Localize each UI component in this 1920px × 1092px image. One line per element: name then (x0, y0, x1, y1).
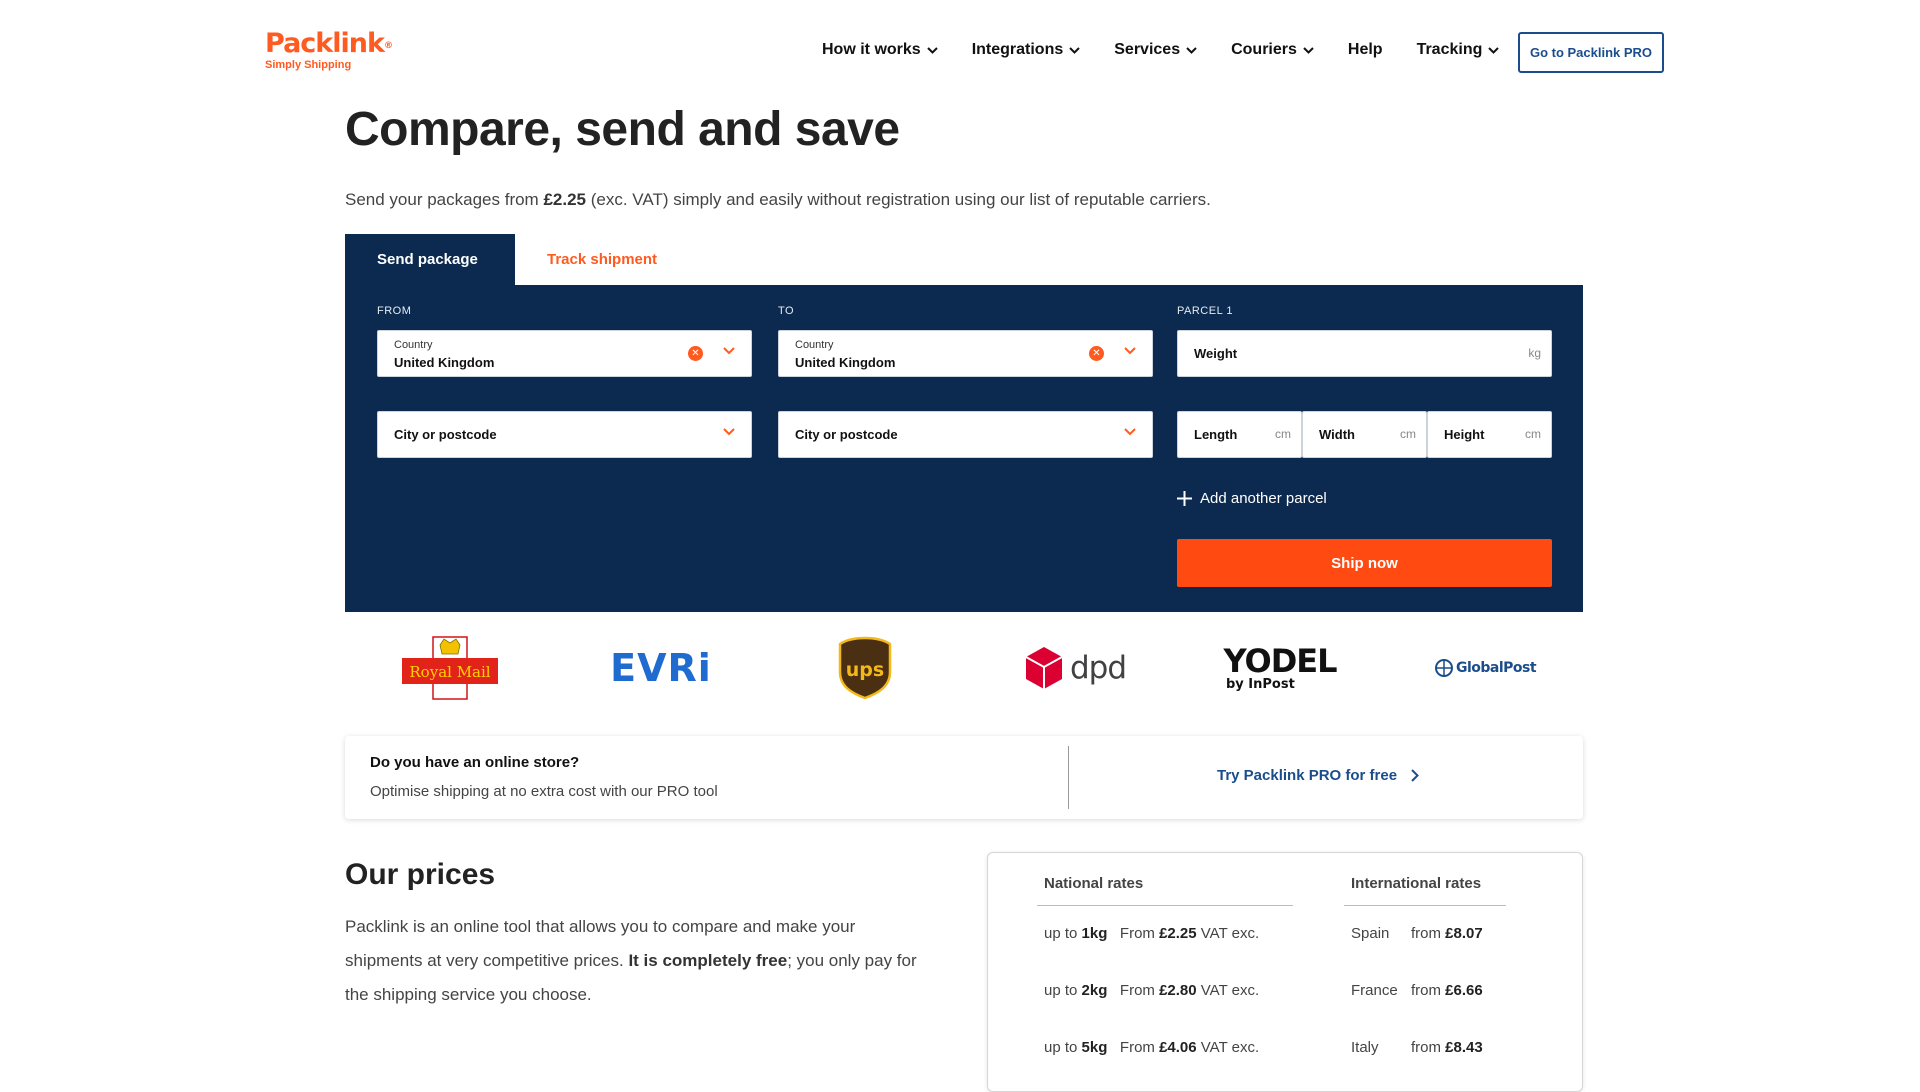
try-pro-label: Try Packlink PRO for free (1217, 767, 1398, 784)
svg-text:ups: ups (846, 659, 884, 681)
chevron-down-icon (1069, 46, 1080, 54)
divider (1344, 905, 1506, 906)
international-rates-header: International rates (1351, 875, 1482, 892)
international-rate-row: Italy from £8.43 (1351, 1039, 1483, 1056)
chevron-down-icon (1124, 347, 1136, 355)
width-field[interactable]: Width cm (1302, 411, 1427, 458)
chevron-down-icon (723, 428, 735, 436)
nav-label: Services (1114, 41, 1181, 58)
nav-help[interactable]: Help (1348, 41, 1383, 59)
ship-now-button[interactable]: Ship now (1177, 539, 1552, 587)
dpd-logo: dpd (1015, 636, 1135, 700)
add-parcel-button[interactable]: Add another parcel (1177, 490, 1327, 507)
site-header: Packlink® Simply Shipping How it works I… (0, 0, 1920, 100)
from-label: FROM (377, 305, 412, 317)
shipment-tabs: Send package Track shipment (345, 234, 685, 285)
to-country-label: Country (795, 339, 834, 351)
tab-track-shipment[interactable]: Track shipment (515, 234, 685, 285)
chevron-down-icon (723, 347, 735, 355)
online-store-banner: Do you have an online store? Optimise sh… (345, 736, 1583, 819)
nav-label: Help (1347, 41, 1383, 58)
nav-services[interactable]: Services (1114, 41, 1197, 59)
store-description: Optimise shipping at no extra cost with … (370, 783, 718, 800)
go-to-pro-button[interactable]: Go to Packlink PRO (1518, 32, 1664, 73)
hero-subtitle: Send your packages from £2.25 (exc. VAT)… (345, 190, 1211, 209)
length-unit: cm (1275, 427, 1291, 441)
from-city-field[interactable]: City or postcode (377, 411, 752, 458)
add-parcel-label: Add another parcel (1200, 490, 1327, 507)
to-city-placeholder: City or postcode (795, 427, 898, 442)
plus-icon (1177, 491, 1192, 506)
nav-couriers[interactable]: Couriers (1231, 41, 1314, 59)
height-field[interactable]: Height cm (1427, 411, 1552, 458)
national-rate-row: up to 5kg From £4.06 VAT exc. (1044, 1039, 1260, 1056)
yodel-logo: YODEL by InPost (1223, 641, 1337, 692)
nav-integrations[interactable]: Integrations (972, 41, 1081, 59)
to-city-field[interactable]: City or postcode (778, 411, 1153, 458)
evri-logo: EVRi (610, 646, 712, 690)
from-country-value: United Kingdom (394, 355, 495, 370)
packlink-logo[interactable]: Packlink® Simply Shipping (265, 28, 393, 72)
chevron-right-icon (1411, 769, 1419, 782)
international-rate-row: France from £6.66 (1351, 982, 1483, 999)
national-rate-row: up to 2kg From £2.80 VAT exc. (1044, 982, 1260, 999)
nav-how-it-works[interactable]: How it works (822, 41, 938, 59)
weight-placeholder: Weight (1194, 346, 1238, 361)
from-country-select[interactable]: Country United Kingdom ✕ (377, 330, 752, 377)
main-nav: How it works Integrations Services Couri… (822, 41, 1533, 59)
nav-label: Couriers (1231, 41, 1297, 58)
width-placeholder: Width (1319, 427, 1355, 442)
chevron-down-icon (1186, 46, 1197, 54)
logo-tagline: Simply Shipping (265, 59, 352, 71)
logo-wordmark: Packlink® (265, 28, 393, 59)
try-pro-link[interactable]: Try Packlink PRO for free (1217, 767, 1419, 784)
parcel-label: PARCEL 1 (1177, 305, 1233, 317)
clear-icon[interactable]: ✕ (1089, 346, 1104, 361)
clear-icon[interactable]: ✕ (688, 346, 703, 361)
from-country-label: Country (394, 339, 433, 351)
international-rate-row: Spain from £8.07 (1351, 925, 1483, 942)
svg-text:Royal Mail: Royal Mail (409, 663, 490, 681)
nav-label: Integrations (971, 41, 1064, 58)
store-question: Do you have an online store? (370, 754, 580, 771)
national-rate-row: up to 1kg From £2.25 VAT exc. (1044, 925, 1260, 942)
chevron-down-icon (1303, 46, 1314, 54)
globalpost-logo: GlobalPost (1425, 636, 1545, 700)
page-title: Compare, send and save (345, 103, 900, 156)
ups-logo: ups (830, 636, 900, 700)
prices-description: Packlink is an online tool that allows y… (345, 917, 917, 1004)
length-placeholder: Length (1194, 427, 1238, 442)
prices-title: Our prices (345, 858, 496, 891)
length-field[interactable]: Length cm (1177, 411, 1302, 458)
weight-field[interactable]: Weight kg (1177, 330, 1552, 377)
height-unit: cm (1525, 427, 1541, 441)
send-package-form: FROM TO PARCEL 1 Country United Kingdom … (345, 285, 1583, 612)
weight-unit: kg (1528, 346, 1541, 360)
from-city-placeholder: City or postcode (394, 427, 497, 442)
nav-tracking[interactable]: Tracking (1417, 41, 1500, 59)
tab-send-package[interactable]: Send package (345, 234, 515, 285)
nav-label: How it works (822, 41, 921, 58)
nav-label: Tracking (1416, 41, 1483, 58)
divider (1068, 746, 1069, 809)
royal-mail-logo: Royal Mail (390, 636, 510, 700)
to-country-select[interactable]: Country United Kingdom ✕ (778, 330, 1153, 377)
divider (1037, 905, 1293, 906)
chevron-down-icon (1488, 46, 1500, 54)
national-rates-header: National rates (1044, 875, 1144, 892)
to-country-value: United Kingdom (795, 355, 896, 370)
chevron-down-icon (926, 46, 938, 54)
rates-card: National rates International rates up to… (987, 852, 1583, 1092)
chevron-down-icon (1124, 428, 1136, 436)
width-unit: cm (1400, 427, 1416, 441)
to-label: TO (778, 305, 795, 317)
height-placeholder: Height (1444, 427, 1485, 442)
